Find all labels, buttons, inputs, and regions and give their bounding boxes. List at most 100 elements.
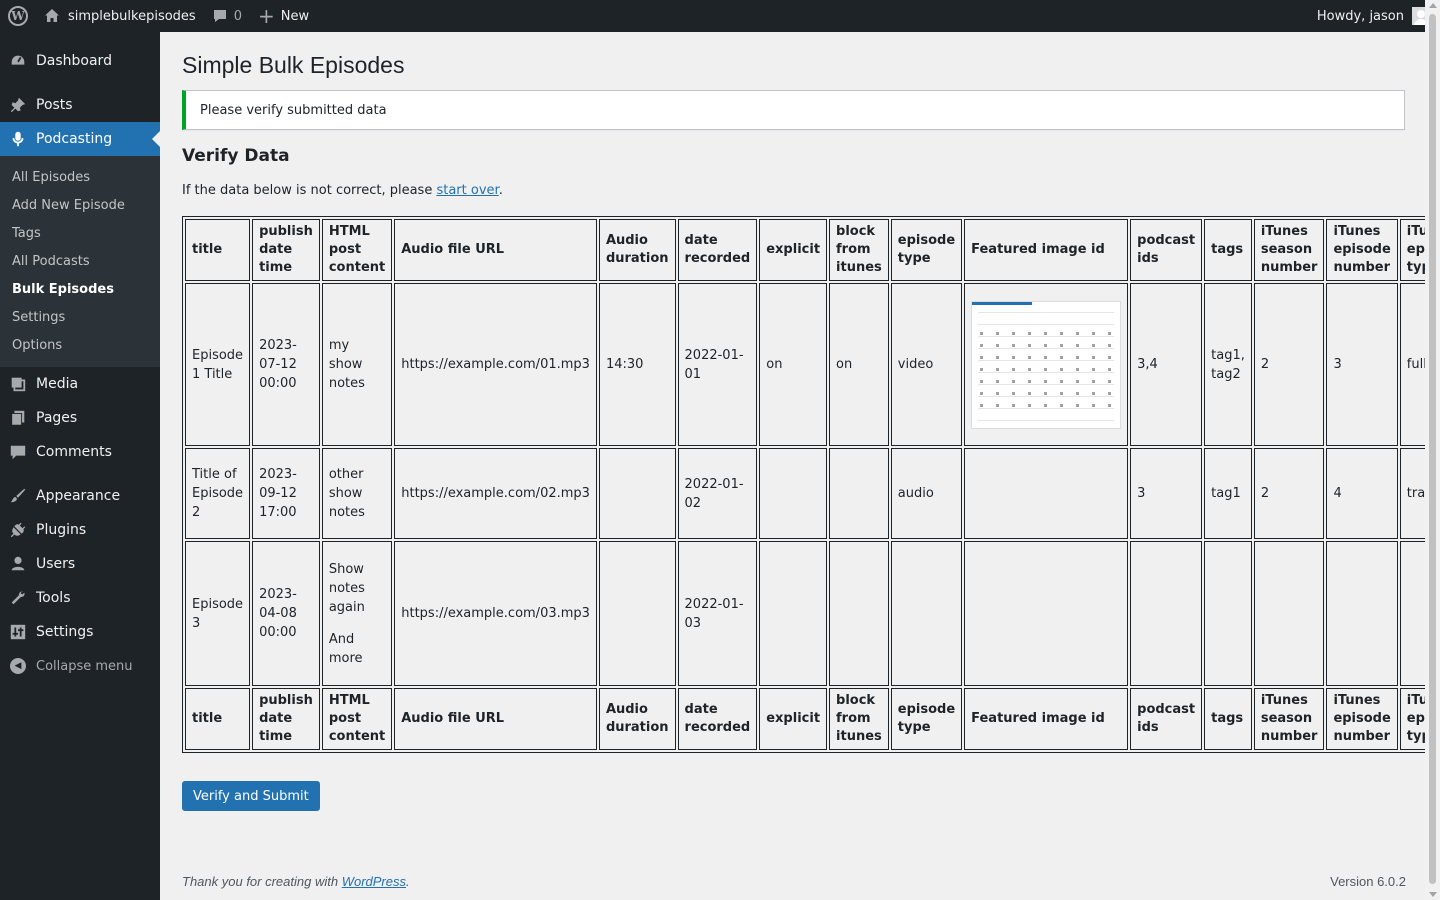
cell-block: [829, 448, 889, 539]
thumbnail-line: [978, 311, 1115, 313]
cell-recorded: 2022-01-02: [677, 448, 758, 539]
collapse-menu-button[interactable]: ◀ Collapse menu: [0, 649, 160, 683]
submenu-bulk-episodes[interactable]: Bulk Episodes: [0, 275, 160, 303]
col-block-from-itunes: block from itunes: [829, 688, 889, 750]
menu-plugins[interactable]: Plugins: [0, 513, 160, 547]
col-explicit: explicit: [759, 688, 828, 750]
cell-recorded: 2022-01-03: [677, 541, 758, 686]
menu-users[interactable]: Users: [0, 547, 160, 581]
thumbnail-dot: [1108, 403, 1112, 407]
col-html-post-content: HTML post content: [321, 688, 393, 750]
thumbnail-dot: [996, 367, 1000, 371]
cell-tags: tag1: [1204, 448, 1252, 539]
thumbnail-dot: [980, 331, 984, 335]
start-over-link[interactable]: start over: [436, 183, 498, 198]
cell-featured-image: [964, 283, 1129, 446]
cell-type: audio: [890, 448, 963, 539]
comment-icon: [0, 443, 36, 461]
scroll-down-arrow-icon[interactable]: [1429, 892, 1437, 897]
menu-dashboard[interactable]: Dashboard: [0, 44, 160, 78]
thumbnail-line: [978, 335, 1115, 337]
cell-explicit: [759, 541, 828, 686]
menu-media[interactable]: Media: [0, 367, 160, 401]
verify-and-submit-button[interactable]: Verify and Submit: [182, 781, 320, 811]
featured-image-thumbnail: [971, 300, 1122, 429]
menu-podcasting[interactable]: Podcasting: [0, 122, 160, 156]
menu-settings[interactable]: Settings: [0, 615, 160, 649]
thumbnail-dot: [980, 367, 984, 371]
cell-tags: [1204, 541, 1252, 686]
cell-content: Show notes again And more: [321, 541, 393, 686]
cell-title: Title of Episode 2: [185, 448, 251, 539]
submenu-options[interactable]: Options: [0, 331, 160, 359]
cell-episode: 3: [1326, 283, 1398, 446]
thumbnail-dot: [1092, 403, 1096, 407]
cell-featured-image: [964, 541, 1129, 686]
thumbnail-line: [978, 383, 1115, 385]
col-publish-date-time: publish date time: [252, 219, 320, 281]
thumbnail-dot: [1108, 343, 1112, 347]
menu-plugins-label: Plugins: [36, 522, 87, 538]
microphone-icon: [0, 130, 36, 148]
thumbnail-dot: [1108, 379, 1112, 383]
intro-label: If the data below is not correct, please: [182, 183, 437, 198]
success-notice: Please verify submitted data: [182, 90, 1405, 130]
scrollbar-thumb[interactable]: [1429, 14, 1436, 884]
thumbnail-dot: [1044, 391, 1048, 395]
cell-type: video: [890, 283, 963, 446]
collapse-menu-label: Collapse menu: [36, 658, 133, 674]
intro-text: If the data below is not correct, please…: [182, 183, 503, 198]
thumbnail-dot: [1044, 367, 1048, 371]
cell-season: 2: [1253, 448, 1325, 539]
scroll-up-arrow-icon[interactable]: [1429, 3, 1437, 8]
thumbnail-dot: [1012, 343, 1016, 347]
thumbnail-dot: [1044, 403, 1048, 407]
thumbnail-line: [978, 395, 1115, 397]
thumbnail-line: [978, 371, 1115, 373]
cell-publish: 2023-04-08 00:00: [252, 541, 320, 686]
paintbrush-icon: [0, 487, 36, 505]
menu-tools[interactable]: Tools: [0, 581, 160, 615]
user-icon: [0, 555, 36, 573]
admin-sidebar: Dashboard Posts Podcasting All Episodes …: [0, 32, 160, 900]
thumbnail-dot: [1060, 343, 1064, 347]
menu-posts[interactable]: Posts: [0, 88, 160, 122]
thumbnail-dot: [1028, 403, 1032, 407]
table-header-row: title publish date time HTML post conten…: [185, 219, 1440, 281]
comments-link[interactable]: 0: [204, 0, 250, 32]
new-content-button[interactable]: + New: [250, 0, 317, 32]
thumbnail-dot: [1028, 331, 1032, 335]
new-label: New: [280, 8, 310, 24]
submenu-all-podcasts[interactable]: All Podcasts: [0, 247, 160, 275]
submenu-add-new-episode[interactable]: Add New Episode: [0, 191, 160, 219]
page-scrollbar[interactable]: [1425, 0, 1440, 900]
menu-comments[interactable]: Comments: [0, 435, 160, 469]
col-html-post-content: HTML post content: [321, 219, 393, 281]
site-name-link[interactable]: simplebulkepisodes: [36, 0, 204, 32]
cell-block: on: [829, 283, 889, 446]
wordpress-logo-icon[interactable]: W: [0, 0, 36, 32]
col-block-from-itunes: block from itunes: [829, 219, 889, 281]
thumbnail-dot: [1028, 367, 1032, 371]
thumbnail-dot: [1028, 343, 1032, 347]
thumbnail-dot: [1092, 379, 1096, 383]
menu-pages[interactable]: Pages: [0, 401, 160, 435]
menu-appearance[interactable]: Appearance: [0, 479, 160, 513]
podcasting-submenu: All Episodes Add New Episode Tags All Po…: [0, 156, 160, 367]
submenu-settings[interactable]: Settings: [0, 303, 160, 331]
cell-block: [829, 541, 889, 686]
col-title: title: [185, 219, 251, 281]
col-podcast-ids: podcast ids: [1130, 688, 1203, 750]
page-title: Simple Bulk Episodes: [182, 52, 405, 78]
wordpress-link[interactable]: WordPress: [342, 874, 406, 889]
cell-podcast-ids: 3,4: [1130, 283, 1203, 446]
submenu-tags[interactable]: Tags: [0, 219, 160, 247]
menu-appearance-label: Appearance: [36, 488, 121, 504]
submenu-all-episodes[interactable]: All Episodes: [0, 163, 160, 191]
thumbnail-dot: [1060, 367, 1064, 371]
thumbnail-dot: [996, 331, 1000, 335]
plug-icon: [0, 521, 36, 539]
col-explicit: explicit: [759, 219, 828, 281]
thumbnail-dot: [1060, 379, 1064, 383]
user-account-menu[interactable]: Howdy, jason: [1317, 0, 1430, 32]
